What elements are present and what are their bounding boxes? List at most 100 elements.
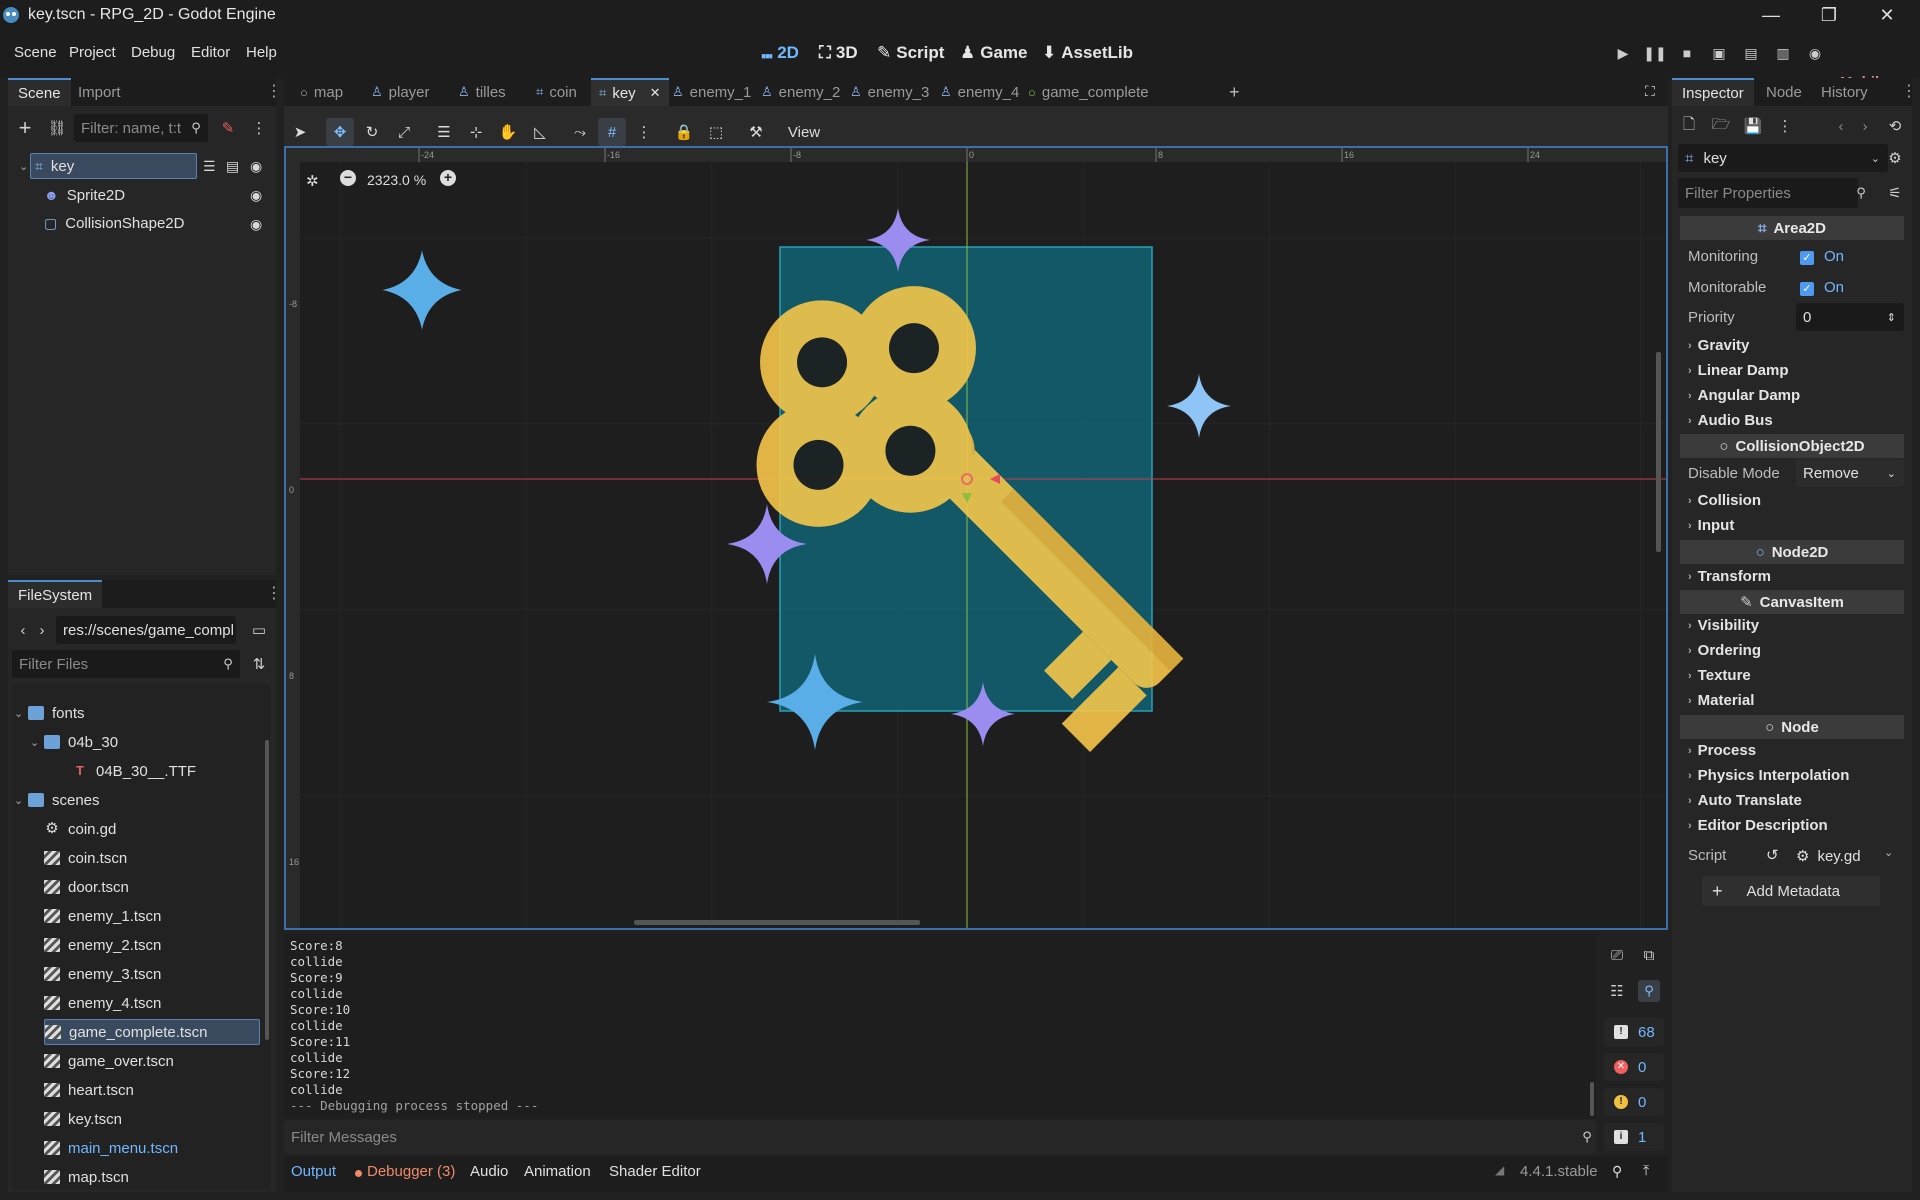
minimize-button[interactable]: — (1742, 0, 1800, 30)
tab-filesystem[interactable]: FileSystem (8, 580, 103, 608)
file-item[interactable]: game_over.tscn (44, 1048, 174, 1074)
close-tab-icon[interactable]: ✕ (650, 85, 661, 101)
script-attached-icon[interactable]: ▤ (226, 159, 244, 173)
version-label[interactable]: 4.4.1.stable (1520, 1163, 1598, 1180)
category-audio-bus[interactable]: › Audio Bus (1688, 412, 1773, 429)
path-field[interactable]: res://scenes/game_compl (56, 616, 236, 644)
file-item[interactable]: enemy_3.tscn (44, 961, 161, 987)
file-item[interactable]: ⌄ fonts (14, 700, 85, 726)
save-resource-icon[interactable]: 💾 (1742, 115, 1764, 137)
chevron-down-icon[interactable]: ⌄ (14, 794, 26, 807)
skeleton-icon[interactable]: ⚒ (742, 118, 770, 146)
file-item[interactable]: key.tscn (44, 1106, 122, 1132)
group-icon[interactable]: ⬚ (702, 118, 730, 146)
add-metadata-button[interactable]: + Add Metadata (1702, 876, 1880, 906)
category-process[interactable]: › Process (1688, 742, 1756, 759)
scene-tab-key[interactable]: ⌗ key ✕ (591, 78, 669, 106)
tab-scene[interactable]: Scene (8, 78, 71, 106)
expand-panel-icon[interactable]: ⤒ (1643, 1162, 1649, 1179)
history-back-icon[interactable]: ‹ (1830, 115, 1852, 137)
distraction-free-icon[interactable]: ⛶ (1645, 83, 1655, 100)
workspace-2d[interactable]: ⑉ 2D (762, 43, 799, 63)
prop-monitoring-checkbox[interactable]: ✓ On (1800, 248, 1844, 265)
search-toggle-icon[interactable]: ⚲ (1638, 980, 1660, 1002)
chevron-down-icon[interactable]: ⌄ (14, 707, 26, 720)
workspace-game[interactable]: ♟ Game (960, 43, 1028, 63)
clear-output-icon[interactable]: ⎚ (1606, 944, 1628, 966)
file-item[interactable]: enemy_1.tscn (44, 903, 161, 929)
play-custom-scene-icon[interactable]: ▥ (1774, 44, 1792, 62)
scene-tab-enemy-2[interactable]: ♙ enemy_2 (753, 78, 848, 106)
category-material[interactable]: › Material (1688, 692, 1754, 709)
resource-menu-icon[interactable]: ⋮ (1774, 115, 1796, 137)
rotate-mode-icon[interactable]: ↻ (358, 118, 386, 146)
move-mode-icon[interactable]: ✥ (326, 118, 354, 146)
menu-editor[interactable]: Editor (191, 44, 230, 61)
list-select-icon[interactable]: ☰ (430, 118, 458, 146)
file-item[interactable]: door.tscn (44, 874, 129, 900)
dock-menu-icon[interactable]: ⋮ (266, 585, 282, 603)
errors-filter-toggle[interactable]: ✕ 0 (1604, 1053, 1664, 1081)
stop-icon[interactable]: ■ (1678, 44, 1696, 62)
tree-node-key[interactable]: ⌄ ⌗ key (19, 153, 197, 179)
snap-options-icon[interactable]: ⋮ (630, 118, 658, 146)
category-linear-damp[interactable]: › Linear Damp (1688, 362, 1789, 379)
scene-tab-enemy-1[interactable]: ♙ enemy_1 (664, 78, 759, 106)
file-item[interactable]: map.tscn (44, 1164, 129, 1190)
add-scene-tab-icon[interactable]: + (1229, 82, 1240, 103)
output-log[interactable]: Score:8 collide Score:9 collide Score:10 coll… (284, 934, 1596, 1118)
visibility-eye-icon[interactable]: ◉ (250, 217, 268, 231)
file-item[interactable]: enemy_2.tscn (44, 932, 161, 958)
grid-snap-icon[interactable]: # (598, 118, 626, 146)
tab-history[interactable]: History (1811, 78, 1878, 106)
file-item[interactable]: ⌄ scenes (14, 787, 100, 813)
tab-inspector[interactable]: Inspector (1672, 78, 1754, 106)
file-item[interactable]: game_complete.tscn (44, 1019, 260, 1045)
tab-audio[interactable]: Audio (470, 1163, 508, 1180)
category-angular-damp[interactable]: › Angular Damp (1688, 387, 1800, 404)
visibility-eye-icon[interactable]: ◉ (250, 188, 268, 202)
dock-menu-icon[interactable]: ⋮ (1901, 83, 1917, 101)
category-input[interactable]: › Input (1688, 517, 1734, 534)
category-gravity[interactable]: › Gravity (1688, 337, 1749, 354)
pause-icon[interactable]: ❚❚ (1643, 44, 1666, 62)
zoom-out-icon[interactable]: − (340, 170, 356, 186)
viewport-canvas[interactable]: -24 -16 -8 0 8 16 24 -8 0 8 16 (286, 148, 1666, 928)
prop-priority-spinbox[interactable]: 0 ⇕ (1796, 303, 1904, 331)
category-ordering[interactable]: › Ordering (1688, 642, 1761, 659)
new-resource-icon[interactable]: 🗋 (1678, 115, 1700, 137)
filter-messages-input[interactable]: Filter Messages (284, 1120, 1596, 1154)
property-options-icon[interactable]: ⚟ (1884, 182, 1906, 204)
menu-project[interactable]: Project (69, 44, 116, 61)
tab-output[interactable]: Output (291, 1163, 336, 1180)
pin-panel-icon[interactable]: ⚲ (1612, 1163, 1622, 1180)
prop-monitorable-checkbox[interactable]: ✓ On (1800, 279, 1844, 296)
messages-filter-toggle[interactable]: ! 68 (1604, 1018, 1664, 1046)
split-view-icon[interactable]: ▭ (248, 619, 270, 641)
open-docs-icon[interactable]: ⚙ (1884, 147, 1906, 169)
maximize-button[interactable]: ❐ (1800, 0, 1858, 30)
tree-node-collisionshape2d[interactable]: ▢ CollisionShape2D (44, 210, 184, 236)
object-history-icon[interactable]: ⟲ (1884, 115, 1906, 137)
open-resource-icon[interactable]: 🗁 (1710, 115, 1732, 137)
collapse-duplicates-icon[interactable]: ☷ (1606, 980, 1628, 1002)
category-texture[interactable]: › Texture (1688, 667, 1751, 684)
smart-snap-icon[interactable]: ⤳ (566, 118, 594, 146)
tab-animation[interactable]: Animation (524, 1163, 591, 1180)
file-item[interactable]: heart.tscn (44, 1077, 134, 1103)
center-view-icon[interactable]: ✲ (306, 172, 319, 190)
workspace-script[interactable]: ✎ Script (877, 43, 944, 63)
tab-node[interactable]: Node (1756, 78, 1812, 106)
pivot-mode-icon[interactable]: ⊹ (462, 118, 490, 146)
chevron-down-icon[interactable]: ⌄ (30, 736, 42, 749)
tab-import[interactable]: Import (68, 78, 131, 106)
menu-help[interactable]: Help (246, 44, 277, 61)
file-tree-scrollbar[interactable] (265, 740, 269, 1040)
category-auto-translate[interactable]: › Auto Translate (1688, 792, 1802, 809)
history-forward-icon[interactable]: › (1854, 115, 1876, 137)
category-visibility[interactable]: › Visibility (1688, 617, 1759, 634)
instance-scene-icon[interactable]: ⛓ (46, 117, 68, 139)
scene-tab-enemy-3[interactable]: ♙ enemy_3 (842, 78, 937, 106)
play-current-scene-icon[interactable]: ▤ (1742, 44, 1760, 62)
file-item[interactable]: ⌄ 04b_30 (30, 729, 118, 755)
